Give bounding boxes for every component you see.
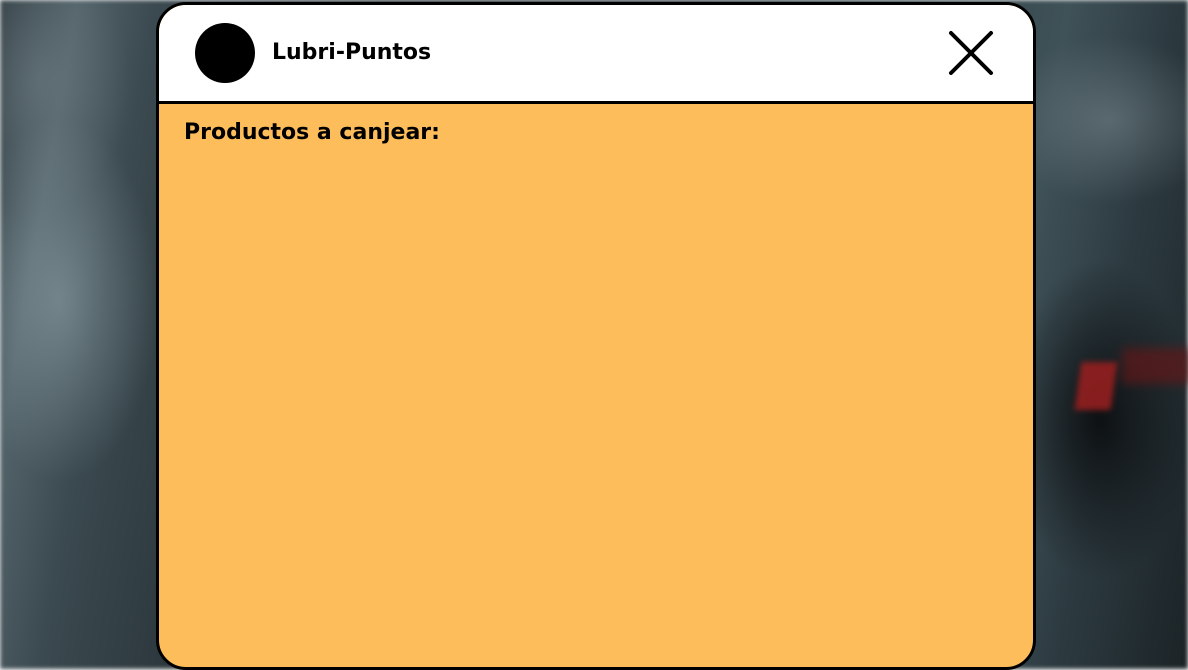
close-button[interactable] [943,25,999,81]
circle-logo-icon [195,23,255,83]
background-brand-text [1122,348,1188,384]
close-icon [949,31,993,75]
background-brand-logo [1074,362,1118,410]
dialog-title: Lubri-Puntos [272,40,432,65]
dialog-header: Lubri-Puntos [159,5,1033,104]
redeem-points-dialog: Lubri-Puntos Productos a canjear: [156,2,1036,670]
products-heading: Productos a canjear: [184,120,440,145]
dialog-body: Productos a canjear: [159,104,1033,652]
product-list [184,158,1008,638]
